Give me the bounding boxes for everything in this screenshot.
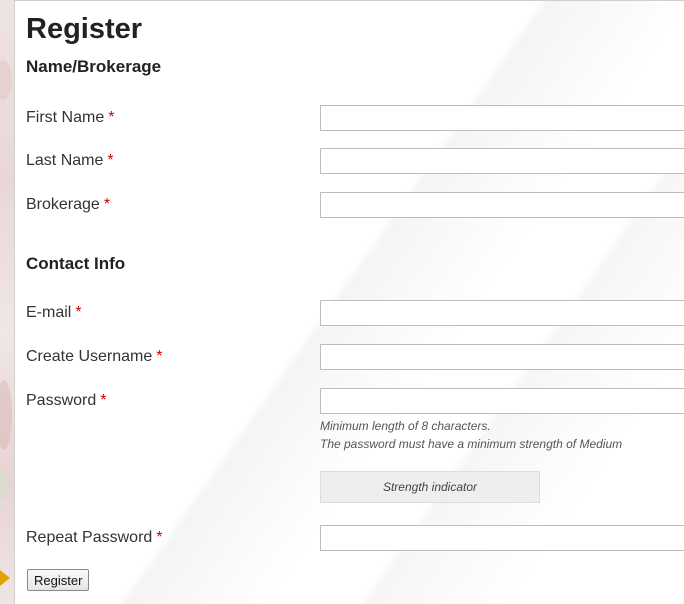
email-label: E-mail *: [26, 304, 82, 322]
password-min-strength-hint: The password must have a minimum strengt…: [320, 437, 623, 451]
brokerage-input[interactable]: [320, 192, 684, 218]
section-name-brokerage: Name/Brokerage: [26, 57, 162, 76]
section-contact-info: Contact Info: [26, 254, 126, 273]
required-marker: *: [107, 152, 114, 169]
username-label-text: Create Username: [26, 348, 153, 365]
password-strength-indicator: Strength indicator: [320, 471, 540, 503]
arrow-right-icon: [0, 570, 10, 586]
email-input[interactable]: [320, 300, 684, 326]
brokerage-label: Brokerage *: [26, 196, 110, 214]
password-label-text: Password: [26, 392, 97, 409]
repeat-password-label: Repeat Password *: [26, 529, 163, 547]
registration-form: Register Name/Brokerage First Name * Last…: [14, 0, 684, 604]
background-strip: [0, 0, 14, 604]
password-input[interactable]: [320, 388, 684, 414]
required-marker: *: [103, 196, 111, 213]
required-marker: *: [156, 529, 163, 546]
username-input[interactable]: [320, 344, 684, 370]
repeat-password-input[interactable]: [320, 525, 684, 551]
repeat-password-label-text: Repeat Password: [26, 529, 153, 546]
last-name-input[interactable]: [320, 148, 684, 174]
first-name-input[interactable]: [320, 105, 684, 131]
required-marker: *: [100, 392, 107, 409]
register-button[interactable]: Register: [27, 569, 90, 591]
email-label-text: E-mail: [26, 304, 72, 321]
password-label: Password *: [26, 392, 106, 410]
last-name-label-text: Last Name: [26, 152, 104, 169]
password-min-length-hint: Minimum length of 8 characters.: [320, 419, 491, 433]
page-title: Register: [26, 13, 143, 45]
first-name-label-text: First Name: [26, 109, 105, 126]
required-marker: *: [156, 348, 163, 365]
brokerage-label-text: Brokerage: [26, 196, 100, 213]
first-name-label: First Name *: [26, 109, 114, 127]
required-marker: *: [108, 109, 115, 126]
last-name-label: Last Name *: [26, 152, 114, 170]
required-marker: *: [75, 304, 82, 321]
username-label: Create Username *: [26, 348, 163, 366]
